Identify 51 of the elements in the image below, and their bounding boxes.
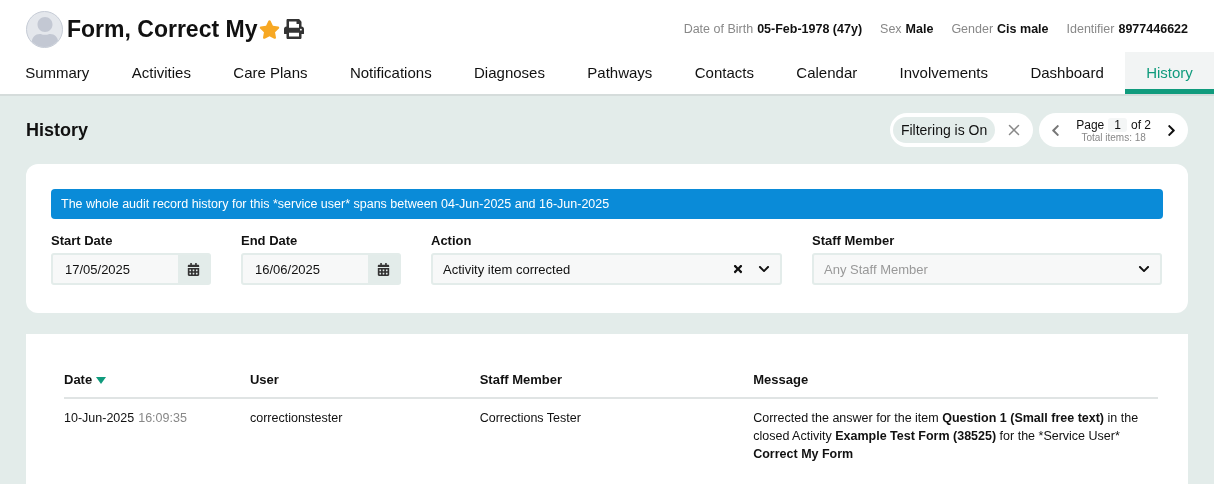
chevron-down-icon[interactable] xyxy=(1138,263,1150,275)
field-label: Action xyxy=(431,233,473,248)
date-field[interactable]: 17/05/2025 xyxy=(51,253,211,285)
patient-name: Form, Correct My xyxy=(67,15,258,43)
clear-icon[interactable] xyxy=(732,263,744,275)
print-icon[interactable] xyxy=(284,19,305,39)
page-label: Page xyxy=(1076,117,1105,132)
nav-tab[interactable]: Contacts xyxy=(673,52,776,94)
date-field[interactable]: 16/06/2025 xyxy=(241,253,401,285)
field-label: Start Date xyxy=(51,233,114,248)
detail-label: Gender xyxy=(951,22,994,36)
column-header[interactable]: Message xyxy=(753,362,1158,398)
chevron-down-icon[interactable] xyxy=(758,263,770,275)
nav-tab[interactable]: Notifications xyxy=(328,52,453,94)
nav-tab[interactable]: Activities xyxy=(110,52,213,94)
detail-label: Identifier xyxy=(1066,22,1115,36)
field-label: Staff Member xyxy=(812,233,896,248)
nav-tab[interactable]: Pathways xyxy=(566,52,674,94)
table-cell: Corrected the answer for the item Question 1 (Small free text) in the closed Activity Example Test Form (38525) for the *Service User* Correct My Form xyxy=(753,398,1158,473)
page-title: History xyxy=(26,119,88,141)
detail-value: 05-Feb-1978 (47y) xyxy=(757,22,863,36)
table-cell: Corrections Tester xyxy=(479,398,754,473)
nav-tab[interactable]: Calendar xyxy=(775,52,879,94)
avatar-icon xyxy=(26,10,63,48)
filter-label: Filtering is On xyxy=(892,117,996,143)
date-text: 10-Jun-2025 xyxy=(64,411,135,425)
next-button[interactable] xyxy=(1165,123,1178,137)
nav-tab[interactable]: Dashboard xyxy=(1009,52,1125,94)
select-field[interactable]: Activity item corrected xyxy=(431,253,782,285)
calendar-icon[interactable] xyxy=(368,255,399,283)
detail-value: 8977446622 xyxy=(1118,22,1188,36)
info-banner: The whole audit record history for this *service user* spans between 04-Jun-2025 and 16-Jun-2025 xyxy=(51,189,1163,219)
page-number[interactable]: 1 xyxy=(1108,117,1127,132)
time-text: 16:09:35 xyxy=(138,411,187,425)
nav-tab[interactable]: Involvements xyxy=(878,52,1010,94)
table-cell: correctionstester xyxy=(249,398,480,473)
detail-label: Date of Birth xyxy=(683,22,754,36)
detail-value: Cis male xyxy=(997,22,1049,36)
detail-value: Male xyxy=(905,22,934,36)
page-count: of 2 xyxy=(1131,117,1151,132)
star-icon[interactable] xyxy=(259,18,281,40)
total-items: Total items: 18 xyxy=(1081,131,1146,143)
detail-label: Sex xyxy=(880,22,902,36)
calendar-icon[interactable] xyxy=(178,255,209,283)
nav-tab[interactable]: Diagnoses xyxy=(452,52,567,94)
nav-tab[interactable]: Summary xyxy=(4,52,111,94)
column-header[interactable]: Staff Member xyxy=(479,362,754,398)
column-header[interactable]: Date xyxy=(64,362,250,398)
column-header[interactable]: User xyxy=(249,362,480,398)
field-label: End Date xyxy=(241,233,299,248)
nav-tab[interactable]: Care Plans xyxy=(212,52,329,94)
